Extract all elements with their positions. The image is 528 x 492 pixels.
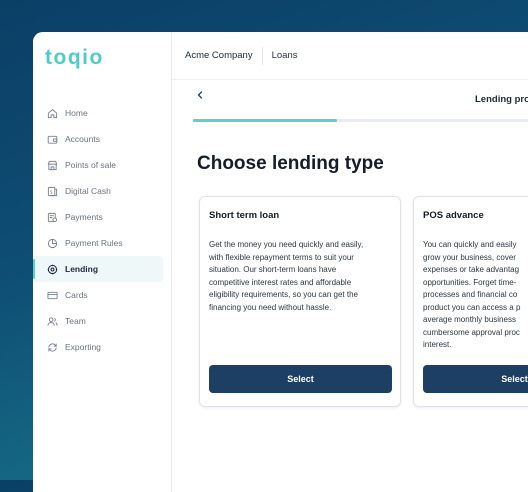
description-line: opportunities. Forget time-: [423, 277, 517, 287]
description-line: You can quickly and easily: [423, 240, 517, 249]
sidebar-item-label: Home: [65, 108, 88, 118]
company-name[interactable]: Acme Company: [172, 50, 262, 61]
description-line: financing you need without hassle.: [209, 302, 332, 312]
lending-option-card-pos-advance[interactable]: POS advance You can quickly and easily g…: [413, 196, 528, 407]
description-line: expenses or take advantag: [423, 265, 520, 274]
breadcrumb-section[interactable]: Loans: [263, 50, 298, 61]
wizard-progress-fill: [193, 119, 337, 122]
sidebar-item-label: Cards: [65, 290, 88, 300]
wallet-icon: [47, 135, 58, 144]
sidebar-item-label: Points of sale: [65, 160, 117, 170]
description-line: with flexible repayment terms to suit yo…: [209, 252, 354, 262]
select-button[interactable]: Select: [423, 365, 528, 393]
svg-text:toqio: toqio: [45, 47, 104, 69]
sidebar-item-exporting[interactable]: Exporting: [33, 334, 171, 360]
sidebar-item-accounts[interactable]: Accounts: [33, 126, 171, 152]
description-line: eligibility requirements, so you can get…: [209, 290, 358, 299]
page-title: Choose lending type: [197, 153, 384, 174]
card-description: You can quickly and easily grow your bus…: [423, 239, 528, 352]
sidebar-item-label: Exporting: [65, 342, 101, 352]
description-line: Get the money you need quickly and easil…: [209, 240, 364, 249]
card-icon: [47, 291, 58, 299]
wizard-step-title: Lending pro: [475, 94, 528, 105]
sidebar-item-payments[interactable]: Payments: [33, 204, 171, 230]
card-title: POS advance: [423, 210, 484, 221]
description-line: grow your business, cover: [423, 252, 516, 262]
home-icon: [47, 108, 58, 118]
lending-option-card-short-term-loan[interactable]: Short term loan Get the money you need q…: [199, 196, 401, 407]
chevron-left-icon[interactable]: [194, 89, 206, 101]
pie-chart-icon: [47, 238, 58, 248]
sidebar-nav: Home Accounts Points of sale $ Digital C…: [33, 100, 171, 360]
description-line: interest.: [423, 340, 452, 349]
sidebar-item-label: Team: [65, 316, 86, 326]
refresh-icon: [48, 342, 57, 352]
description-line: product you can access a p: [423, 302, 521, 312]
description-line: average monthly business: [423, 315, 516, 324]
card-description: Get the money you need quickly and easil…: [209, 239, 395, 314]
description-line: situation. Our short-term loans have: [209, 265, 337, 274]
description-line: competitive interest rates and affordabl…: [209, 277, 352, 287]
payments-icon: [47, 212, 58, 222]
app-window: toqio Home Accounts Points of sale $ Dig…: [33, 32, 528, 492]
sidebar-item-cards[interactable]: Cards: [33, 282, 171, 308]
svg-text:$: $: [50, 189, 53, 195]
sidebar-item-home[interactable]: Home: [33, 100, 171, 126]
description-line: cumbersome approval proc: [423, 327, 520, 337]
main-content: Lending pro Choose lending type Short te…: [172, 79, 528, 492]
store-icon: [47, 160, 58, 170]
top-bar: Acme Company Loans: [172, 32, 528, 79]
cash-icon: $: [47, 186, 58, 196]
description-line: processes and financial co: [423, 290, 518, 299]
sidebar-item-points-of-sale[interactable]: Points of sale: [33, 152, 171, 178]
sidebar-item-label: Payments: [65, 212, 103, 222]
team-icon: [47, 316, 58, 326]
sidebar: toqio Home Accounts Points of sale $ Dig…: [33, 32, 172, 492]
sidebar-item-lending[interactable]: Lending: [33, 256, 163, 282]
card-title: Short term loan: [209, 210, 280, 221]
toqio-logo[interactable]: toqio: [45, 47, 129, 69]
sidebar-item-label: Lending: [65, 264, 99, 274]
sidebar-item-label: Accounts: [65, 134, 100, 144]
sidebar-item-digital-cash[interactable]: $ Digital Cash: [33, 178, 171, 204]
sidebar-item-label: Payment Rules: [65, 238, 123, 248]
sidebar-item-payment-rules[interactable]: Payment Rules: [33, 230, 171, 256]
wizard-progress-bar: [193, 119, 528, 122]
sidebar-item-team[interactable]: Team: [33, 308, 171, 334]
select-button[interactable]: Select: [209, 365, 392, 393]
lending-icon: [47, 264, 58, 274]
sidebar-item-label: Digital Cash: [65, 186, 111, 196]
